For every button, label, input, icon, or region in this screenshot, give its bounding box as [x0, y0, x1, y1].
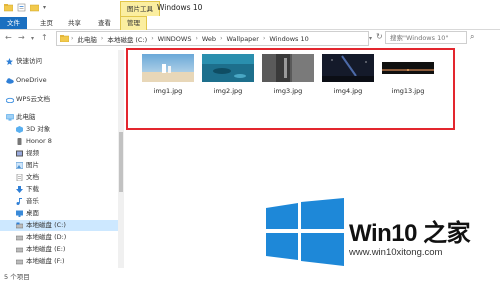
sidebar-item-quick-access[interactable]: 快速访问: [0, 56, 118, 67]
forward-arrow-icon[interactable]: →: [18, 33, 25, 42]
drive-icon: [15, 222, 24, 229]
cube-icon: [16, 126, 23, 133]
tab-manage[interactable]: 管理: [120, 16, 147, 30]
sidebar-item-label: 桌面: [26, 209, 39, 217]
music-icon: [16, 198, 23, 205]
picture-icon: [15, 162, 24, 169]
computer-icon: [6, 114, 14, 121]
breadcrumb-wallpaper[interactable]: Wallpaper: [226, 35, 259, 43]
sidebar-item-label: 视频: [26, 149, 39, 157]
download-icon: [16, 186, 23, 193]
navigation-scrollbar[interactable]: [118, 50, 124, 268]
tab-home[interactable]: 主页: [34, 17, 59, 29]
breadcrumb-separator-icon: ›: [71, 35, 74, 42]
sidebar-item-local-disk-e[interactable]: 本地磁盘 (E:): [0, 244, 118, 255]
window-title: Windows 10: [157, 3, 203, 12]
sidebar-item-label: 本地磁盘 (D:): [26, 233, 67, 241]
video-icon: [16, 150, 23, 157]
cloud-icon: [6, 77, 14, 84]
sidebar-item-label: Honor 8: [26, 137, 52, 145]
quick-access-toolbar: ▾: [3, 3, 52, 12]
breadcrumb-separator-icon: ›: [262, 35, 266, 42]
sidebar-item-label: 此电脑: [16, 113, 36, 121]
recent-locations-chevron-icon[interactable]: ▾: [31, 35, 34, 42]
cloud-icon: [5, 96, 15, 104]
sidebar-item-honor-8[interactable]: Honor 8: [0, 136, 118, 147]
picture-tools-tab[interactable]: 图片工具: [120, 1, 160, 16]
sidebar-item-label: 音乐: [26, 197, 39, 205]
back-arrow-icon[interactable]: ←: [5, 33, 12, 42]
ribbon: 文件 主页 共享 查看 管理: [0, 16, 500, 30]
sidebar-item-onedrive[interactable]: OneDrive: [0, 75, 118, 86]
sidebar-item-downloads[interactable]: 下载: [0, 184, 118, 195]
sidebar-item-label: 3D 对象: [26, 125, 51, 133]
properties-icon[interactable]: [17, 3, 26, 12]
folder-icon[interactable]: [3, 3, 14, 12]
sidebar-item-label: 本地磁盘 (F:): [26, 257, 65, 265]
sidebar-item-label: 文档: [26, 173, 39, 181]
drive-icon: [15, 246, 24, 253]
breadcrumb-windows-10[interactable]: Windows 10: [269, 35, 308, 43]
folder-icon: [59, 34, 70, 44]
watermark-url: www.win10xitong.com: [349, 247, 443, 258]
sidebar-item-label: 下载: [26, 185, 39, 193]
new-folder-icon[interactable]: [29, 3, 40, 12]
breadcrumb-separator-icon: ›: [100, 35, 104, 42]
windows-logo-icon: [266, 198, 344, 266]
search-input[interactable]: 搜索"Windows 10": [385, 31, 467, 44]
sidebar-item-documents[interactable]: 文档: [0, 172, 118, 183]
breadcrumb-separator-icon: ›: [220, 35, 223, 42]
address-dropdown-chevron-icon[interactable]: ▾: [369, 35, 372, 42]
search-icon[interactable]: ⌕: [470, 32, 474, 42]
sidebar-item-music[interactable]: 音乐: [0, 196, 118, 207]
sidebar-item-3d-objects[interactable]: 3D 对象: [0, 124, 118, 135]
scrollbar-thumb[interactable]: [119, 132, 123, 192]
star-icon: [6, 58, 13, 65]
breadcrumb-local-disk-c[interactable]: 本地磁盘 (C:): [107, 34, 147, 44]
document-icon: [16, 173, 23, 182]
chevron-down-icon[interactable]: ▾: [43, 3, 52, 12]
breadcrumb-windows[interactable]: WINDOWS: [158, 35, 192, 43]
tab-share[interactable]: 共享: [62, 17, 87, 29]
desktop-icon: [16, 210, 23, 217]
sidebar-item-videos[interactable]: 视频: [0, 148, 118, 159]
sidebar-item-pictures[interactable]: 图片: [0, 160, 118, 171]
breadcrumb-web[interactable]: Web: [202, 35, 216, 43]
sidebar-item-desktop[interactable]: 桌面: [0, 208, 118, 219]
breadcrumb-this-pc[interactable]: 此电脑: [77, 34, 97, 44]
sidebar-item-label: WPS云文档: [16, 95, 50, 103]
status-item-count: 5 个项目: [4, 273, 30, 281]
breadcrumb-separator-icon: ›: [151, 35, 154, 42]
refresh-icon[interactable]: ↻: [376, 32, 383, 41]
sidebar-item-label: 本地磁盘 (C:): [26, 221, 66, 229]
address-row: ← → ▾ ↑ › 此电脑 › 本地磁盘 (C:) › WINDOWS › We…: [0, 30, 500, 46]
watermark-brand: Win10 之家: [349, 220, 471, 247]
highlight-box: [126, 48, 455, 130]
sidebar-item-local-disk-c[interactable]: 本地磁盘 (C:): [0, 220, 118, 231]
tab-view[interactable]: 查看: [92, 17, 117, 29]
breadcrumb-separator-icon: ›: [195, 35, 198, 42]
sidebar-item-this-pc[interactable]: 此电脑: [0, 112, 118, 123]
tab-file[interactable]: 文件: [0, 17, 27, 29]
sidebar-item-label: 快速访问: [16, 57, 42, 65]
up-arrow-icon[interactable]: ↑: [41, 33, 48, 42]
sidebar-item-local-disk-f[interactable]: 本地磁盘 (F:): [0, 256, 118, 267]
sidebar-item-label: OneDrive: [16, 76, 47, 84]
drive-icon: [15, 234, 24, 241]
drive-icon: [15, 258, 24, 265]
sidebar-item-wps-cloud[interactable]: WPS云文档: [0, 94, 118, 105]
phone-icon: [16, 138, 23, 145]
sidebar-item-local-disk-d[interactable]: 本地磁盘 (D:): [0, 232, 118, 243]
sidebar-item-label: 本地磁盘 (E:): [26, 245, 66, 253]
title-bar: ▾ 图片工具 Windows 10: [0, 0, 500, 18]
sidebar-item-label: 图片: [26, 161, 39, 169]
navigation-pane: 快速访问 OneDrive WPS云文档 此电脑 3D 对象 Honor 8 视…: [0, 50, 124, 270]
address-bar[interactable]: › 此电脑 › 本地磁盘 (C:) › WINDOWS › Web › Wall…: [56, 31, 369, 46]
